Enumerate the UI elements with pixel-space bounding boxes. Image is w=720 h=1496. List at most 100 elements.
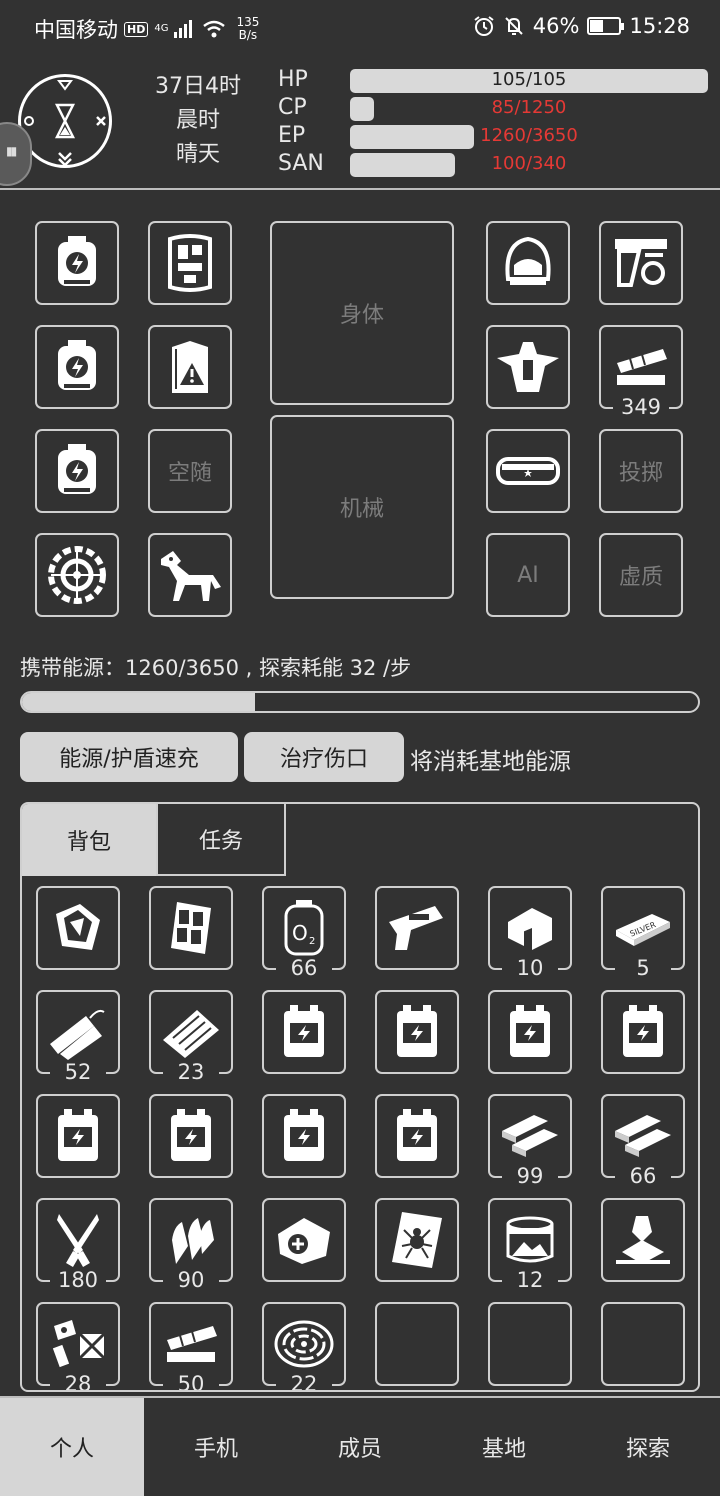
ether-label: 虚质 (618, 565, 663, 590)
robot-dog-slot[interactable] (148, 533, 232, 617)
inventory-item[interactable]: 28 (36, 1302, 120, 1390)
item-count: 52 (50, 1060, 106, 1084)
nav-explore[interactable]: 探索 (576, 1398, 720, 1496)
nav-base[interactable]: 基地 (432, 1398, 576, 1496)
inventory-panel: 背包 任务 O2 66 10 SILVER 5 52 23 99 66 180 … (20, 802, 700, 1392)
item-count: 66 (615, 1164, 671, 1188)
battery-pack-slot-2[interactable] (35, 325, 119, 409)
body-slot[interactable]: 身体 (270, 221, 454, 405)
wifi-icon (203, 20, 226, 38)
svg-text:O: O (292, 921, 308, 945)
signal-icon (174, 20, 193, 38)
inventory-item[interactable] (375, 886, 459, 970)
item-count: 23 (163, 1060, 219, 1084)
inventory-item[interactable]: 180 (36, 1198, 120, 1292)
inventory-item[interactable] (149, 886, 233, 970)
floating-assistant-button[interactable] (0, 122, 32, 186)
crystal-pedestal-icon (616, 1216, 670, 1264)
mech-slot[interactable]: 机械 (270, 415, 454, 599)
san-bar: 100/340 (350, 152, 708, 180)
armor-plate-icon (168, 234, 212, 292)
ether-slot[interactable]: 虚质 (599, 533, 683, 617)
energy-battery-icon (284, 1109, 324, 1161)
inventory-item[interactable]: O2 66 (262, 886, 346, 980)
silver-bar-icon: SILVER (616, 914, 670, 946)
ammo-clip-icon (617, 349, 667, 385)
plasma-gun-icon (389, 906, 443, 950)
recharge-button[interactable]: 能源/护盾速充 (20, 732, 238, 782)
backpack-warning-icon (172, 341, 208, 393)
ai-label: AI (517, 562, 539, 588)
inventory-item[interactable] (36, 1094, 120, 1178)
inventory-item[interactable] (262, 1198, 346, 1282)
inventory-item[interactable]: 22 (262, 1302, 346, 1390)
nav-phone[interactable]: 手机 (144, 1398, 288, 1496)
machine-module-icon (615, 239, 667, 287)
net-speed: 135 B/s (236, 15, 260, 42)
backpack-slot[interactable] (148, 325, 232, 409)
inventory-empty-slot[interactable] (601, 1302, 685, 1386)
power-cell-icon (58, 340, 96, 390)
inventory-item[interactable] (36, 886, 120, 970)
inventory-item[interactable] (488, 990, 572, 1074)
belt-icon (496, 457, 560, 485)
energy-battery-icon (397, 1005, 437, 1057)
heal-button[interactable]: 治疗伤口 (244, 732, 404, 782)
energy-battery-icon (623, 1005, 663, 1057)
energy-bar (20, 691, 700, 713)
helmet-slot[interactable] (486, 221, 570, 305)
stat-label-ep: EP (278, 123, 306, 148)
inventory-item[interactable]: 99 (488, 1094, 572, 1188)
wings-slot[interactable] (486, 325, 570, 409)
armor-plate-slot[interactable] (148, 221, 232, 305)
robot-dog-icon (161, 551, 221, 601)
inventory-item[interactable]: 12 (488, 1198, 572, 1292)
inventory-item[interactable]: 10 (488, 886, 572, 980)
inventory-item[interactable] (262, 990, 346, 1074)
tab-backpack[interactable]: 背包 (22, 804, 156, 876)
inventory-item[interactable] (149, 1094, 233, 1178)
oxygen-tank-icon: O2 (284, 900, 324, 956)
mute-icon (505, 17, 523, 35)
ai-slot[interactable]: AI (486, 533, 570, 617)
throw-slot[interactable]: 投掷 (599, 429, 683, 513)
follower-slot[interactable]: 空随 (148, 429, 232, 513)
inventory-item[interactable] (375, 1198, 459, 1282)
ammo-slot[interactable]: 349 (599, 325, 683, 419)
clock: 15:28 (629, 14, 690, 38)
belt-slot[interactable] (486, 429, 570, 513)
nav-personal[interactable]: 个人 (0, 1398, 144, 1496)
hourglass-compass-icon[interactable] (18, 74, 112, 168)
inventory-item[interactable]: 50 (149, 1302, 233, 1390)
inventory-item[interactable] (601, 1198, 685, 1282)
inventory-item[interactable]: 66 (601, 1094, 685, 1188)
battery-pack-slot-3[interactable] (35, 429, 119, 513)
item-count: 5 (615, 956, 671, 980)
item-count: 99 (502, 1164, 558, 1188)
inventory-item[interactable] (375, 1094, 459, 1178)
inventory-item[interactable]: 52 (36, 990, 120, 1084)
cp-bar: 85/1250 (350, 96, 708, 124)
tab-tasks[interactable]: 任务 (156, 804, 286, 876)
energy-battery-icon (171, 1109, 211, 1161)
inventory-item[interactable]: 90 (149, 1198, 233, 1292)
stat-labels: HP CP EP SAN (278, 66, 324, 178)
network-type: 4G (154, 23, 169, 34)
inventory-item[interactable] (375, 990, 459, 1074)
hd-badge: HD (124, 21, 149, 37)
weapon-module-slot[interactable] (599, 221, 683, 305)
inventory-item[interactable]: SILVER 5 (601, 886, 685, 980)
inventory-item[interactable]: 23 (149, 990, 233, 1084)
inventory-item[interactable] (262, 1094, 346, 1178)
energy-status: 携带能源：1260/3650 , 探索耗能 32 /步 (20, 656, 412, 680)
inventory-empty-slot[interactable] (375, 1302, 459, 1386)
battery-pack-slot[interactable] (35, 221, 119, 305)
gear-module-slot[interactable] (35, 533, 119, 617)
battery-percent: 46% (532, 14, 580, 38)
inventory-empty-slot[interactable] (488, 1302, 572, 1386)
metal-block-icon (508, 908, 552, 950)
throw-label: 投掷 (618, 461, 663, 486)
inventory-item[interactable] (601, 990, 685, 1074)
crystal-shard-icon (56, 904, 100, 950)
nav-members[interactable]: 成员 (288, 1398, 432, 1496)
